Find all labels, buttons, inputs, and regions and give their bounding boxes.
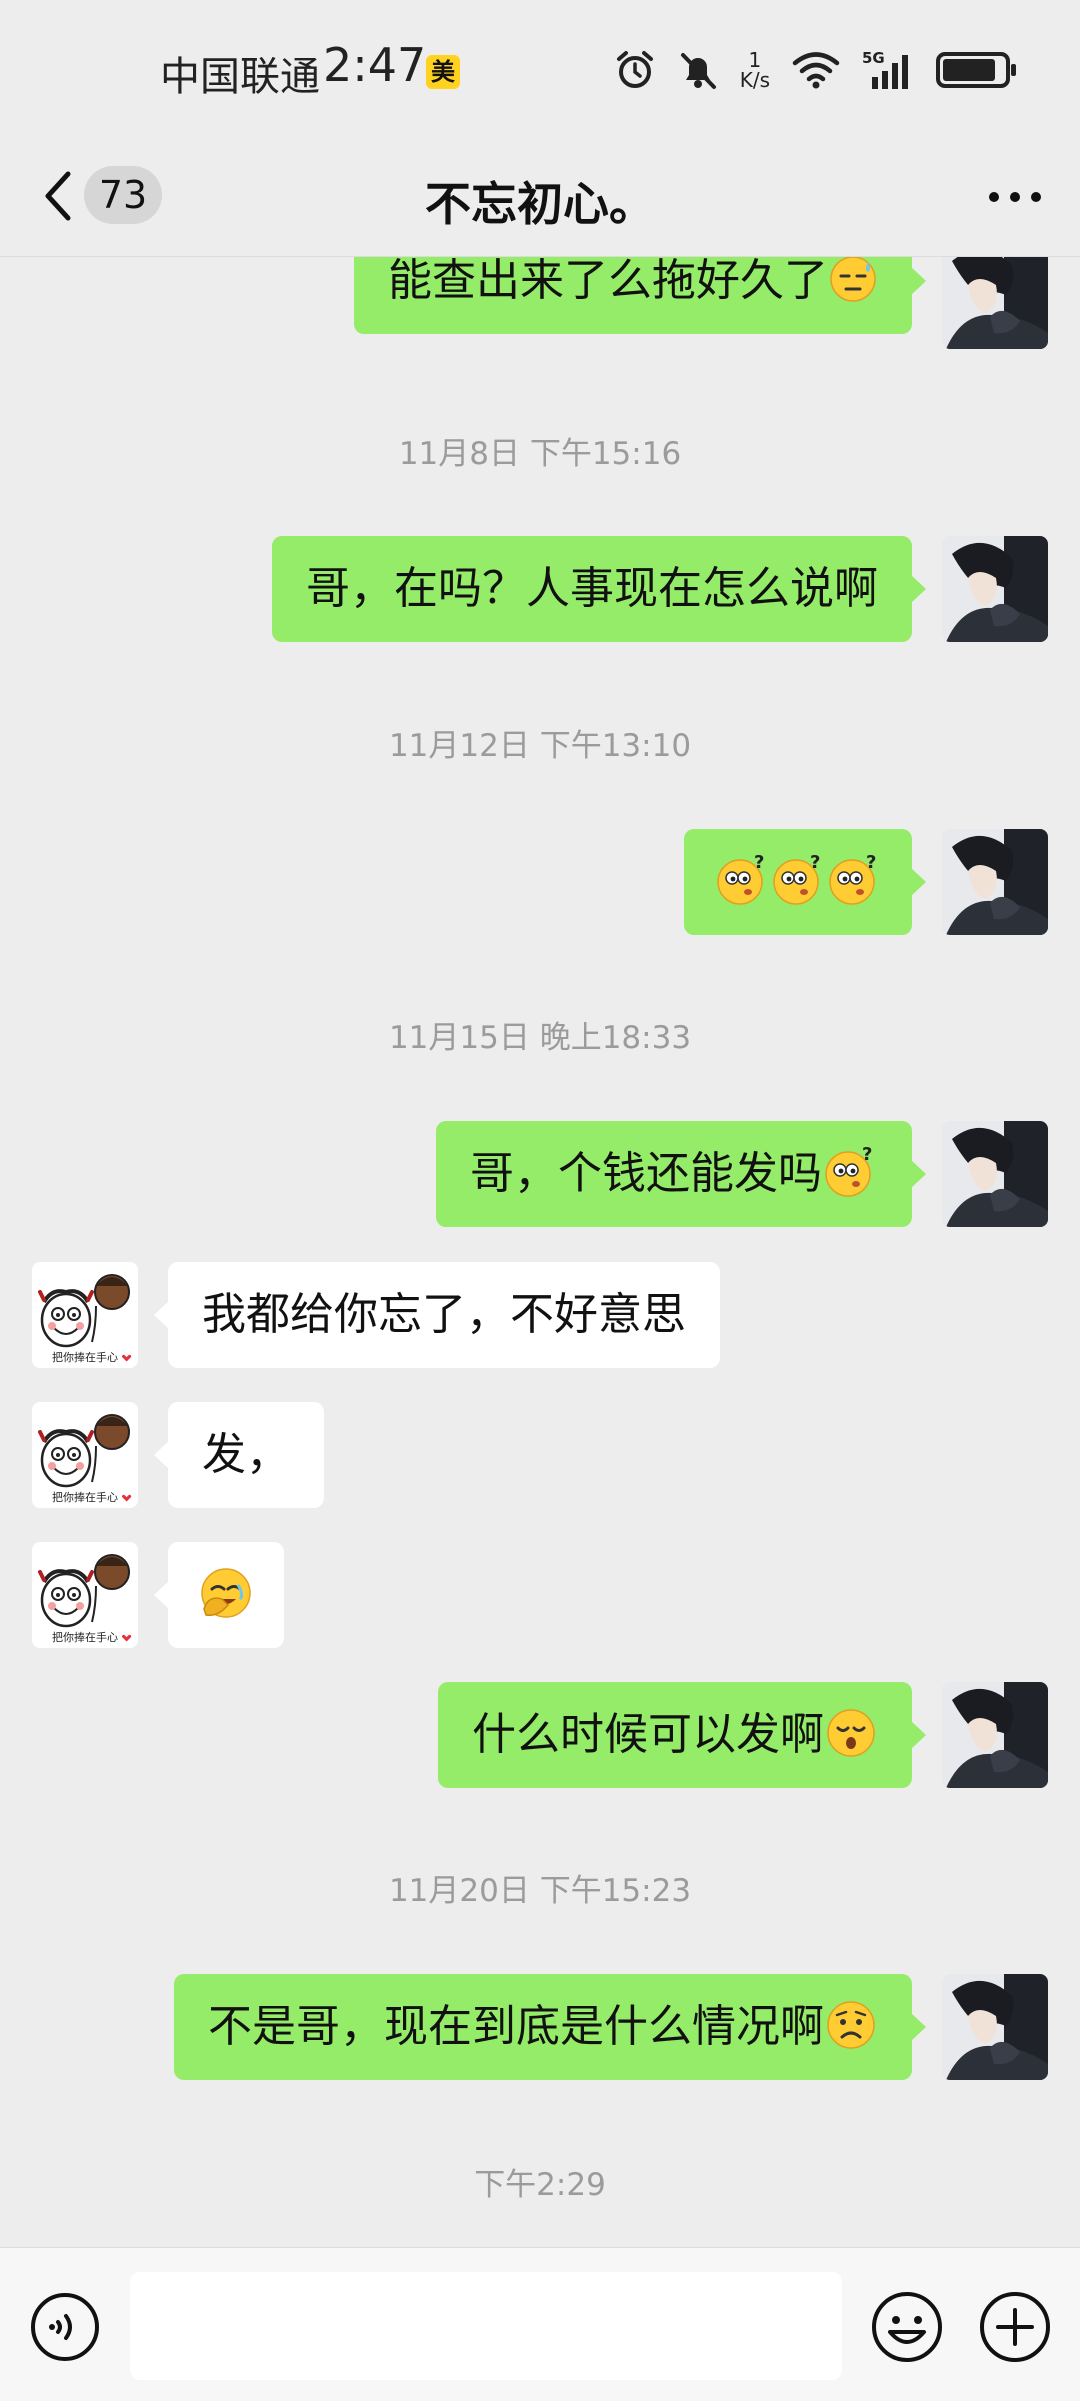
sleepy-face-icon: [827, 1709, 875, 1757]
carrier-name: 中国联通: [160, 54, 320, 100]
alarm-icon: [616, 51, 653, 88]
my-avatar[interactable]: [942, 1121, 1048, 1227]
my-avatar[interactable]: [942, 1682, 1048, 1788]
mute-bell-icon: [680, 53, 716, 89]
message-text: 不是哥，现在到底是什么情况啊: [208, 2001, 824, 2052]
my-message-bubble[interactable]: 不是哥，现在到底是什么情况啊: [174, 1974, 926, 2080]
message-text: 发，: [202, 1429, 290, 1480]
contact-avatar[interactable]: [32, 1542, 138, 1648]
app-notification-badge: 美: [426, 55, 460, 89]
more-options-icon[interactable]: [980, 174, 1050, 220]
message-text: 哥，个钱还能发吗: [470, 1148, 822, 1199]
contact-emoji-message-bubble[interactable]: [154, 1542, 284, 1648]
chat-header: 73 不忘初心。: [0, 140, 1080, 257]
contact-avatar[interactable]: [32, 1262, 138, 1368]
confused-face-icon: [822, 1144, 878, 1200]
message-text: 哥，在吗？人事现在怎么说啊: [306, 563, 878, 614]
network-speed-unit: K/s: [739, 68, 770, 92]
my-emoji-message-bubble[interactable]: [684, 829, 926, 935]
sweat-face-icon: [830, 257, 876, 302]
my-message-bubble[interactable]: 什么时候可以发啊: [438, 1682, 926, 1788]
wifi-icon: [792, 52, 840, 89]
contact-avatar[interactable]: [32, 1402, 138, 1508]
chat-title: 不忘初心。: [425, 177, 655, 231]
confused-face-icon: [714, 852, 770, 908]
facepalm-laugh-icon: [201, 1568, 251, 1618]
my-avatar[interactable]: [942, 257, 1048, 349]
voice-input-icon[interactable]: [30, 2292, 100, 2362]
status-icons: 1 K/s 5G: [614, 46, 1016, 94]
battery-icon: [936, 52, 1016, 88]
my-avatar[interactable]: [942, 536, 1048, 642]
message-text-input[interactable]: [130, 2272, 842, 2380]
my-avatar[interactable]: [942, 829, 1048, 935]
more-functions-plus-icon[interactable]: [978, 2290, 1052, 2364]
network-speed-value: 1: [748, 48, 762, 72]
cellular-5g-icon: 5G: [862, 49, 908, 89]
my-message-bubble[interactable]: 能查出来了么拖好久了: [354, 257, 926, 334]
message-text: 我都给你忘了，不好意思: [202, 1289, 686, 1340]
contact-message-bubble[interactable]: 发，: [154, 1402, 324, 1508]
contact-message-bubble[interactable]: 我都给你忘了，不好意思: [154, 1262, 720, 1368]
status-bar: 中国联通 2:47 美 1 K/s 5G: [0, 0, 1080, 140]
message-text: 什么时候可以发啊: [472, 1709, 824, 1760]
timestamp: 11月8日 下午15:16: [398, 436, 682, 472]
my-message-bubble[interactable]: 哥，在吗？人事现在怎么说啊: [272, 536, 926, 642]
emoji-picker-icon[interactable]: [870, 2290, 944, 2364]
chat-message-list[interactable]: 能查出来了么拖好久了 11月8日 下午15:16 哥，在吗？人事现在怎么说啊 1…: [0, 257, 1080, 2247]
status-time: 2:47: [323, 38, 427, 92]
network-speed: 1 K/s: [740, 50, 770, 90]
timestamp: 11月12日 下午13:10: [388, 728, 692, 764]
timestamp: 11月15日 晚上18:33: [388, 1020, 692, 1056]
timestamp: 下午2:29: [474, 2167, 606, 2203]
svg-text:5G: 5G: [862, 49, 885, 67]
confused-face-icon: [826, 852, 882, 908]
worried-face-icon: [827, 2001, 875, 2049]
my-message-bubble[interactable]: 哥，个钱还能发吗: [436, 1121, 926, 1227]
my-avatar[interactable]: [942, 1974, 1048, 2080]
message-text: 能查出来了么拖好久了: [388, 257, 828, 306]
confused-face-icon: [770, 852, 826, 908]
timestamp: 11月20日 下午15:23: [388, 1873, 692, 1909]
message-input-bar: [0, 2247, 1080, 2401]
